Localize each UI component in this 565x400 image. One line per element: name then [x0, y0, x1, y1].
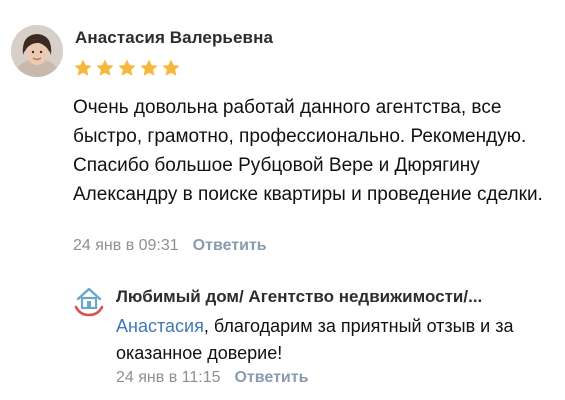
- comment-reply-button[interactable]: Ответить: [193, 237, 267, 255]
- star-icon: [162, 59, 180, 76]
- star-icon: [118, 59, 136, 76]
- star-icon: [140, 59, 158, 76]
- user-avatar-icon: [11, 25, 63, 77]
- agency-logo[interactable]: [74, 285, 104, 317]
- star-icon: [74, 59, 92, 76]
- reply-text: Анастасия, благодарим за приятный отзыв …: [116, 313, 546, 367]
- reply-mention-link[interactable]: Анастасия: [116, 316, 204, 336]
- house-hands-logo-icon: [74, 287, 104, 317]
- comment-text: Очень довольна работай данного агентства…: [73, 97, 543, 205]
- author-avatar[interactable]: [11, 25, 63, 77]
- comment-meta: 24 янв в 09:31 Ответить: [73, 237, 267, 255]
- reply-author-name[interactable]: Любимый дом/ Агентство недвижимости/...: [116, 287, 482, 307]
- star-icon: [96, 59, 114, 76]
- reply-date[interactable]: 24 янв в 11:15: [116, 369, 220, 387]
- star-rating: [73, 58, 181, 78]
- reply-meta: 24 янв в 11:15 Ответить: [116, 369, 308, 387]
- comment-author-name[interactable]: Анастасия Валерьевна: [75, 28, 273, 48]
- comment-thread: Анастасия Валерьевна Очень довольна рабо…: [0, 0, 565, 400]
- comment-date[interactable]: 24 янв в 09:31: [73, 237, 179, 255]
- reply-reply-button[interactable]: Ответить: [234, 369, 308, 387]
